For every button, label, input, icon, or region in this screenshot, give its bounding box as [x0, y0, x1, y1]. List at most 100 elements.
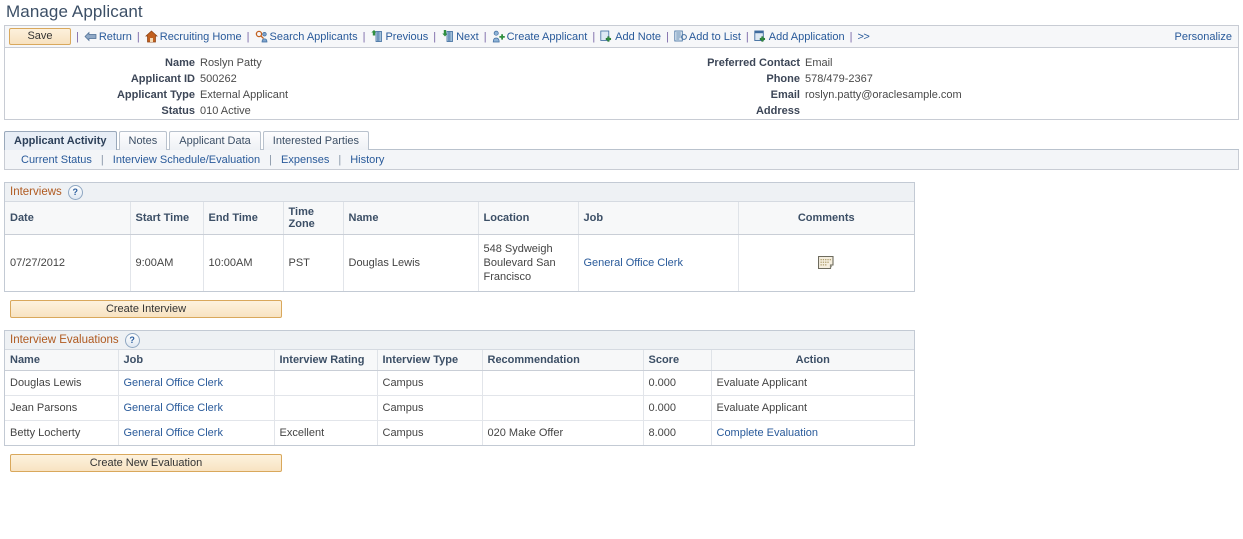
- table-row: 07/27/2012 9:00AM 10:00AM PST Douglas Le…: [5, 234, 914, 291]
- toolbar-next-label: Next: [456, 30, 479, 43]
- create-new-evaluation-button[interactable]: Create New Evaluation: [10, 454, 282, 472]
- main-tabs: Applicant Activity Notes Applicant Data …: [4, 130, 1239, 150]
- col-score: Score: [643, 350, 712, 371]
- toolbar-add-application[interactable]: Add Application: [754, 30, 845, 43]
- col-interview-rating: Interview Rating: [274, 350, 378, 371]
- toolbar-return-label: Return: [98, 30, 132, 43]
- toolbar-separator: |: [362, 30, 366, 43]
- toolbar-create-applicant-label: Create Applicant: [506, 30, 588, 43]
- cell-eval-job: General Office Clerk: [118, 420, 275, 445]
- cell-recommendation: 020 Make Offer: [482, 420, 644, 445]
- subnav-history[interactable]: History: [350, 154, 384, 166]
- action-text: Evaluate Applicant: [716, 402, 808, 414]
- cell-eval-job: General Office Clerk: [118, 395, 275, 421]
- tab-notes[interactable]: Notes: [118, 131, 168, 150]
- toolbar-separator: |: [592, 30, 596, 43]
- tab-applicant-data[interactable]: Applicant Data: [169, 131, 261, 150]
- subnav-separator: |: [100, 153, 104, 166]
- page-title: Manage Applicant: [6, 2, 143, 21]
- info-value-name: Roslyn Patty: [200, 57, 262, 69]
- evaluations-header-row: Name Job Interview Rating Interview Type…: [5, 350, 914, 371]
- info-value-status: 010 Active: [200, 105, 251, 117]
- toolbar-separator: |: [433, 30, 437, 43]
- info-value-email: roslyn.patty@oraclesample.com: [805, 89, 962, 101]
- job-link[interactable]: General Office Clerk: [124, 427, 223, 439]
- cell-action: Evaluate Applicant: [711, 395, 914, 421]
- cell-eval-job: General Office Clerk: [118, 370, 275, 396]
- job-link[interactable]: General Office Clerk: [584, 257, 683, 269]
- cell-recommendation: [482, 395, 644, 421]
- toolbar-previous[interactable]: Previous: [370, 30, 428, 43]
- cell-end-time: 10:00AM: [203, 234, 284, 291]
- subnav-current-status[interactable]: Current Status: [21, 154, 92, 166]
- toolbar-add-note-label: Add Note: [615, 30, 662, 43]
- toolbar-next[interactable]: Next: [441, 30, 479, 43]
- search-applicants-icon: [255, 30, 268, 43]
- cell-score: 8.000: [643, 420, 712, 445]
- tab-interested-parties[interactable]: Interested Parties: [262, 131, 370, 150]
- comments-icon[interactable]: [817, 255, 835, 270]
- evaluations-section-header: Interview Evaluations ?: [5, 331, 914, 350]
- toolbar-add-to-list-label: Add to List: [688, 30, 741, 43]
- add-to-list-icon: [674, 30, 687, 43]
- table-row: Douglas Lewis General Office Clerk Campu…: [5, 370, 914, 396]
- cell-eval-name: Jean Parsons: [5, 395, 119, 421]
- col-time-zone: Time Zone: [283, 202, 344, 235]
- toolbar: Save | Return | Recruiting Home | Search…: [4, 25, 1239, 48]
- toolbar-create-applicant[interactable]: Create Applicant: [492, 30, 588, 43]
- sub-navigation: Current Status | Interview Schedule/Eval…: [4, 150, 1239, 170]
- table-row: Betty Locherty General Office Clerk Exce…: [5, 420, 914, 445]
- toolbar-add-to-list[interactable]: Add to List: [674, 30, 741, 43]
- cell-date: 07/27/2012: [5, 234, 131, 291]
- subnav-interview-schedule-evaluation[interactable]: Interview Schedule/Evaluation: [113, 154, 260, 166]
- previous-icon: [370, 30, 383, 43]
- tab-applicant-activity[interactable]: Applicant Activity: [4, 131, 117, 150]
- job-link[interactable]: General Office Clerk: [124, 402, 223, 414]
- complete-evaluation-link[interactable]: Complete Evaluation: [717, 427, 819, 439]
- toolbar-separator: |: [849, 30, 853, 43]
- col-end-time: End Time: [203, 202, 284, 235]
- info-label-email: Email: [770, 89, 800, 101]
- evaluations-table: Name Job Interview Rating Interview Type…: [5, 350, 914, 445]
- info-label-address: Address: [755, 105, 800, 117]
- toolbar-search-applicants[interactable]: Search Applicants: [255, 30, 358, 43]
- cell-comments: [738, 234, 914, 291]
- toolbar-add-note[interactable]: Add Note: [600, 30, 661, 43]
- info-row-preferred-contact: Preferred Contact Email: [645, 55, 1238, 71]
- subnav-separator: |: [338, 153, 342, 166]
- interviews-table: Date Start Time End Time Time Zone Name …: [5, 202, 914, 291]
- evaluations-section-title: Interview Evaluations: [10, 334, 119, 346]
- job-link[interactable]: General Office Clerk: [124, 377, 223, 389]
- toolbar-return[interactable]: Return: [84, 30, 132, 43]
- subnav-expenses[interactable]: Expenses: [281, 154, 329, 166]
- home-icon: [144, 30, 158, 43]
- create-interview-button[interactable]: Create Interview: [10, 300, 282, 318]
- applicant-info-right: Preferred Contact Email Phone 578/479-23…: [645, 48, 1238, 119]
- help-icon[interactable]: ?: [124, 332, 140, 348]
- info-row-status: Status 010 Active: [5, 103, 645, 119]
- info-label-phone: Phone: [766, 73, 800, 85]
- cell-interview-rating: Excellent: [274, 420, 378, 445]
- save-button[interactable]: Save: [9, 28, 71, 45]
- cell-job: General Office Clerk: [578, 234, 739, 291]
- toolbar-separator: |: [76, 30, 79, 43]
- help-icon[interactable]: ?: [67, 184, 83, 200]
- info-value-phone: 578/479-2367: [805, 73, 873, 85]
- toolbar-recruiting-home[interactable]: Recruiting Home: [144, 30, 242, 43]
- toolbar-more-button[interactable]: >>: [857, 31, 869, 43]
- info-label-applicant-type: Applicant Type: [116, 89, 195, 101]
- cell-recommendation: [482, 370, 644, 396]
- col-eval-name: Name: [5, 350, 119, 371]
- cell-location: 548 Sydweigh Boulevard San Francisco: [478, 234, 579, 291]
- col-start-time: Start Time: [130, 202, 204, 235]
- cell-eval-name: Betty Locherty: [5, 420, 119, 445]
- toolbar-search-applicants-label: Search Applicants: [269, 30, 358, 43]
- toolbar-add-application-label: Add Application: [768, 30, 845, 43]
- subnav-separator: |: [269, 153, 273, 166]
- table-row: Jean Parsons General Office Clerk Campus…: [5, 395, 914, 421]
- info-row-email: Email roslyn.patty@oraclesample.com: [645, 87, 1238, 103]
- col-location: Location: [478, 202, 579, 235]
- personalize-link[interactable]: Personalize: [1175, 31, 1232, 43]
- interviews-section: Interviews ? Date Start Time End Time Ti…: [4, 182, 915, 292]
- interviews-section-title: Interviews: [10, 186, 62, 198]
